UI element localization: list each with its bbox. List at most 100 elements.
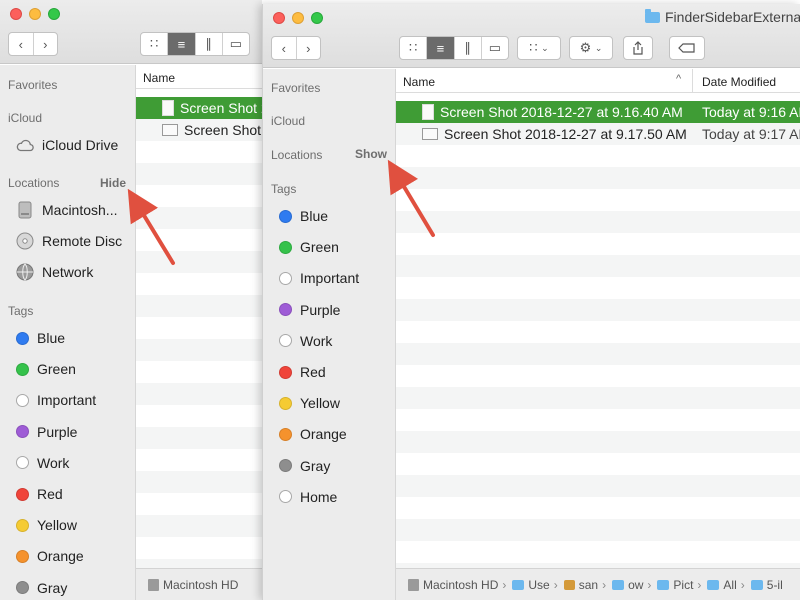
- sidebar-item-tag-gray[interactable]: Gray: [16, 577, 67, 599]
- group-by-control: ∷ ⌄: [518, 37, 560, 59]
- sidebar-item-label: Yellow: [37, 517, 77, 534]
- sidebar-item-network[interactable]: Network: [16, 261, 93, 283]
- path-segment[interactable]: Macintosh HD ›: [408, 578, 506, 592]
- column-divider: [692, 69, 693, 92]
- back-button[interactable]: ‹: [9, 33, 34, 55]
- table-row: [136, 449, 262, 471]
- sidebar-item-macintosh-hd[interactable]: Macintosh...: [16, 199, 117, 221]
- sidebar-item-tag-blue[interactable]: Blue: [279, 205, 328, 227]
- sidebar-item-tag-blue[interactable]: Blue: [16, 327, 65, 349]
- locations-hide-button[interactable]: Hide: [100, 176, 126, 190]
- sidebar-item-tag-purple[interactable]: Purple: [16, 421, 77, 443]
- zoom-button[interactable]: [48, 8, 60, 20]
- back-button[interactable]: ‹: [272, 37, 297, 59]
- tag-dot-icon: [279, 490, 292, 504]
- path-segment[interactable]: All ›: [707, 578, 745, 592]
- locations-show-button[interactable]: Show: [355, 147, 387, 161]
- path-segment[interactable]: Pict ›: [657, 578, 701, 592]
- table-row: [136, 207, 262, 229]
- sidebar-item-tag-yellow[interactable]: Yellow: [279, 392, 340, 414]
- sidebar-item-tag-green[interactable]: Green: [16, 358, 76, 380]
- sidebar-item-tag-purple[interactable]: Purple: [279, 299, 340, 321]
- tags-button[interactable]: [669, 36, 705, 60]
- tag-dot-icon: [279, 396, 292, 410]
- table-row: [396, 145, 800, 167]
- action-menu-button[interactable]: ⚙ ⌄: [569, 36, 613, 60]
- tag-dot-icon: [279, 334, 292, 348]
- list-view-button[interactable]: ≡: [168, 33, 196, 55]
- favorites-header: Favorites: [8, 78, 58, 92]
- chevron-down-icon: ⌄: [541, 42, 549, 53]
- path-separator-icon: ›: [553, 577, 558, 592]
- sidebar-item-tag-orange[interactable]: Orange: [279, 423, 347, 445]
- sidebar-item-label: Green: [300, 239, 339, 256]
- sidebar-item-tag-home[interactable]: Home: [279, 486, 337, 508]
- locations-header: Locations: [271, 148, 323, 162]
- tags-header: Tags: [8, 304, 34, 318]
- home-icon: [563, 579, 575, 590]
- table-row: [136, 141, 262, 163]
- table-row: [136, 163, 262, 185]
- folder-icon: [750, 579, 763, 590]
- folder-icon: [707, 579, 720, 590]
- icon-view-button[interactable]: ∷: [141, 33, 169, 55]
- table-row[interactable]: Screen Shot 2018-12-27 at 9.17.50 AM Toda…: [396, 123, 800, 145]
- forward-button[interactable]: ›: [34, 33, 58, 55]
- sidebar-item-remote-disc[interactable]: Remote Disc: [16, 230, 122, 252]
- sidebar-item-tag-yellow[interactable]: Yellow: [16, 514, 77, 536]
- column-header-name[interactable]: Name: [136, 65, 262, 89]
- table-row[interactable]: Screen Shot 2018-12-27 at 9.16.40 AM Toda…: [396, 101, 800, 123]
- table-row: [136, 471, 262, 493]
- zoom-button[interactable]: [311, 12, 323, 24]
- icon-view-button[interactable]: ∷: [400, 37, 428, 59]
- tag-dot-icon: [279, 271, 292, 285]
- folder-icon: [645, 8, 660, 23]
- window-title-label: FinderSidebarExternalD: [665, 9, 800, 25]
- sidebar-item-tag-red[interactable]: Red: [279, 361, 326, 383]
- sidebar-item-tag-green[interactable]: Green: [279, 236, 339, 258]
- path-segment[interactable]: 5-il: [750, 578, 783, 592]
- sidebar-item-tag-gray[interactable]: Gray: [279, 455, 330, 477]
- column-view-button[interactable]: ∥: [196, 33, 223, 55]
- sidebar-item-tag-work[interactable]: Work: [279, 330, 332, 352]
- group-by-button[interactable]: ∷ ⌄: [517, 36, 561, 60]
- path-bar: Macintosh HD › Use › san › ow › Pict › All › 5-il: [396, 568, 800, 600]
- sidebar-item-label: Red: [37, 486, 63, 502]
- toolbar: ‹ › ∷ ≡ ∥ ▭: [0, 0, 262, 64]
- path-segment[interactable]: ow ›: [612, 578, 651, 592]
- file-name: Screen Shot 2018-12-27 at 9.16.40 AM: [440, 104, 683, 120]
- table-row[interactable]: Screen Shot 2: [136, 119, 262, 141]
- path-segment[interactable]: san ›: [563, 578, 606, 592]
- sidebar-item-tag-important[interactable]: Important: [16, 389, 96, 411]
- column-header-label: Name: [143, 71, 176, 85]
- minimize-button[interactable]: [292, 12, 304, 24]
- share-button[interactable]: [623, 36, 653, 60]
- column-view-button[interactable]: ∥: [455, 37, 482, 59]
- path-segment[interactable]: Macintosh HD: [148, 578, 238, 592]
- minimize-button[interactable]: [29, 8, 41, 20]
- sidebar-item-label: Macintosh...: [42, 202, 118, 218]
- sidebar-item-icloud-drive[interactable]: iCloud Drive: [16, 134, 118, 156]
- forward-button[interactable]: ›: [297, 37, 321, 59]
- tags-header: Tags: [271, 182, 297, 196]
- sidebar-item-tag-important[interactable]: Important: [279, 267, 359, 289]
- gallery-view-button[interactable]: ▭: [482, 37, 508, 59]
- sidebar-item-tag-red[interactable]: Red: [16, 483, 63, 505]
- close-button[interactable]: [10, 8, 22, 20]
- list-view-button[interactable]: ≡: [427, 37, 455, 59]
- list-icon: ≡: [177, 36, 186, 52]
- sidebar-item-tag-work[interactable]: Work: [16, 452, 69, 474]
- path-segment[interactable]: Use ›: [512, 577, 558, 592]
- column-header-name[interactable]: Name: [403, 75, 435, 89]
- column-header-date-modified[interactable]: Date Modified: [702, 75, 776, 89]
- sidebar-item-tag-orange[interactable]: Orange: [16, 545, 84, 567]
- tag-icon: [678, 43, 695, 53]
- view-mode-control: ∷ ≡ ∥ ▭: [399, 36, 509, 60]
- column-headers: Name ^ Date Modified: [396, 69, 800, 93]
- table-row: [396, 189, 800, 211]
- gallery-view-button[interactable]: ▭: [223, 33, 249, 55]
- close-button[interactable]: [273, 12, 285, 24]
- folder-icon: [657, 579, 670, 590]
- table-row[interactable]: Screen Shot 2: [136, 97, 262, 119]
- hard-drive-icon: [16, 201, 34, 219]
